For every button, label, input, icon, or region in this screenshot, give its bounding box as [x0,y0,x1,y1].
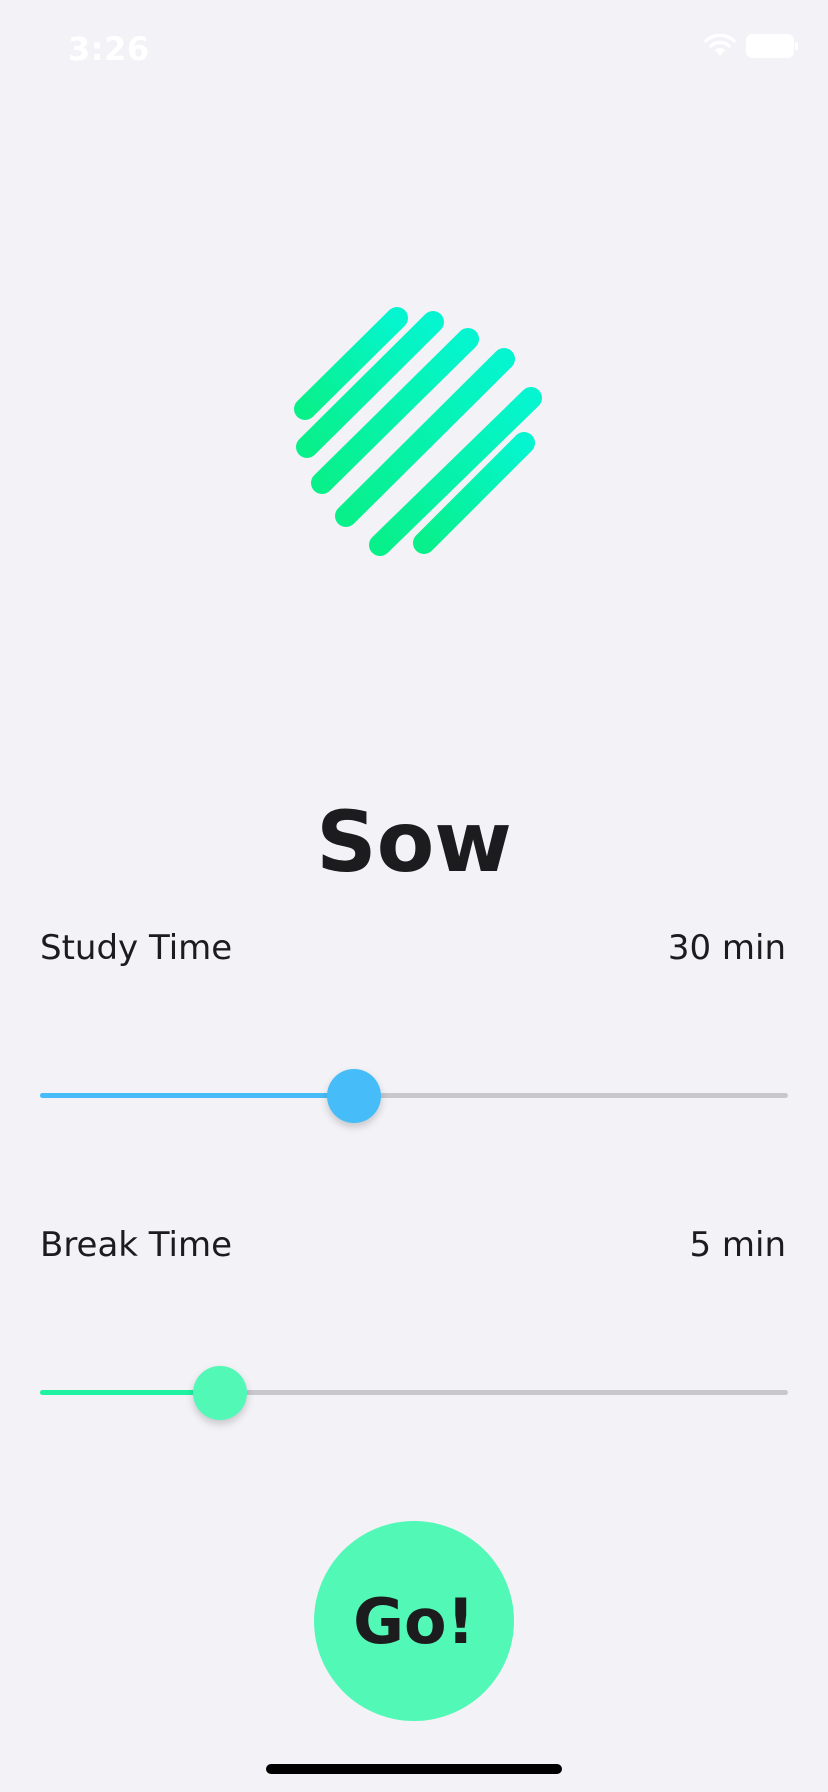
wifi-icon [704,34,736,56]
break-time-label: Break Time [40,1225,233,1265]
study-slider-fill [40,1093,355,1098]
status-bar: 3:26 [0,0,828,100]
study-time-value: 30 min [667,928,786,968]
break-slider-thumb[interactable] [192,1366,247,1420]
go-button[interactable]: Go! [314,1521,514,1721]
home-indicator[interactable] [266,1764,562,1774]
status-icons [704,34,798,58]
study-time-slider[interactable] [40,1066,788,1126]
sow-logo-icon [294,307,542,556]
break-time-value: 5 min [689,1225,786,1265]
app-title: Sow [316,793,512,891]
battery-icon [746,34,798,58]
study-slider-thumb[interactable] [327,1069,382,1123]
break-time-slider[interactable] [40,1363,788,1423]
status-time: 3:26 [68,30,150,68]
study-time-label: Study Time [40,928,233,968]
